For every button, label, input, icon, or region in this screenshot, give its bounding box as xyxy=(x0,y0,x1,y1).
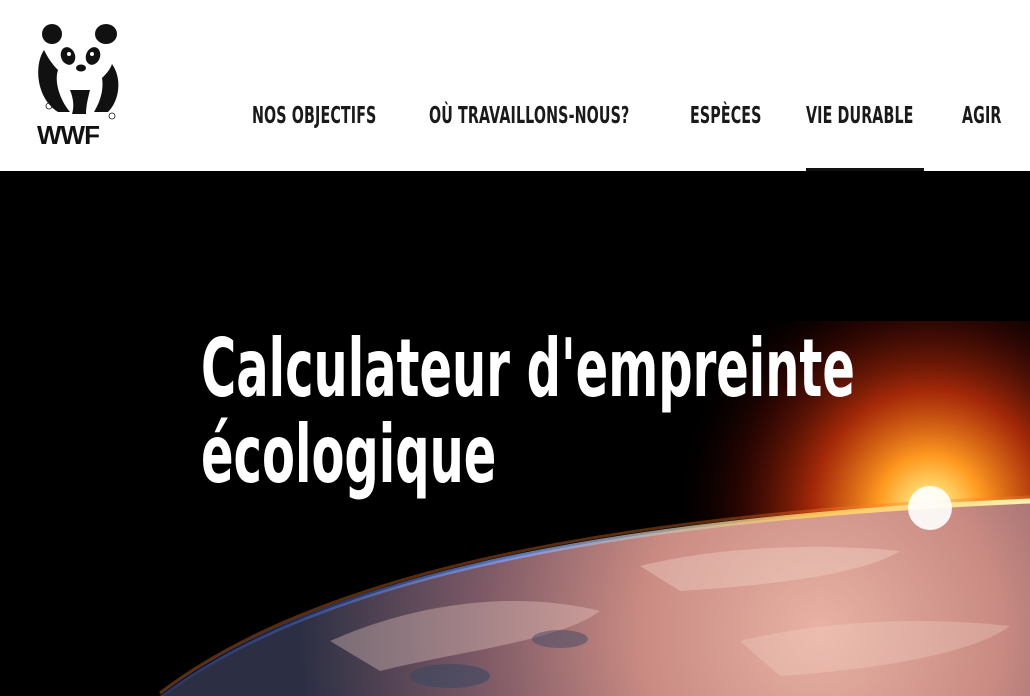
nav-item-label: VIE DURABLE xyxy=(806,103,914,129)
nav-item-label: NOS OBJECTIFS xyxy=(252,103,377,129)
nav-item-nos-objectifs[interactable]: NOS OBJECTIFS xyxy=(252,96,392,171)
nav-item-especes[interactable]: ESPÈCES xyxy=(690,96,768,171)
nav-item-agir[interactable]: AGIR xyxy=(962,96,1006,171)
main-nav: NOS OBJECTIFS OÙ TRAVAILLONS-NOUS? ESPÈC… xyxy=(0,96,1030,171)
hero-banner: Calculateur d'empreinte écologique xyxy=(0,171,1030,696)
page-title: Calculateur d'empreinte écologique xyxy=(201,326,1021,498)
page-title-line-2: écologique xyxy=(201,408,497,501)
site-header: WWF NOS OBJECTIFS OÙ TRAVAILLONS-NOUS? E… xyxy=(0,0,1030,171)
nav-item-ou-travaillons-nous[interactable]: OÙ TRAVAILLONS-NOUS? xyxy=(429,96,651,171)
nav-item-vie-durable[interactable]: VIE DURABLE xyxy=(806,96,924,171)
page-title-line-1: Calculateur d'empreinte xyxy=(201,322,855,415)
nav-item-label: ESPÈCES xyxy=(690,103,762,129)
nav-item-label: AGIR xyxy=(962,103,1002,129)
nav-item-label: OÙ TRAVAILLONS-NOUS? xyxy=(429,103,630,129)
